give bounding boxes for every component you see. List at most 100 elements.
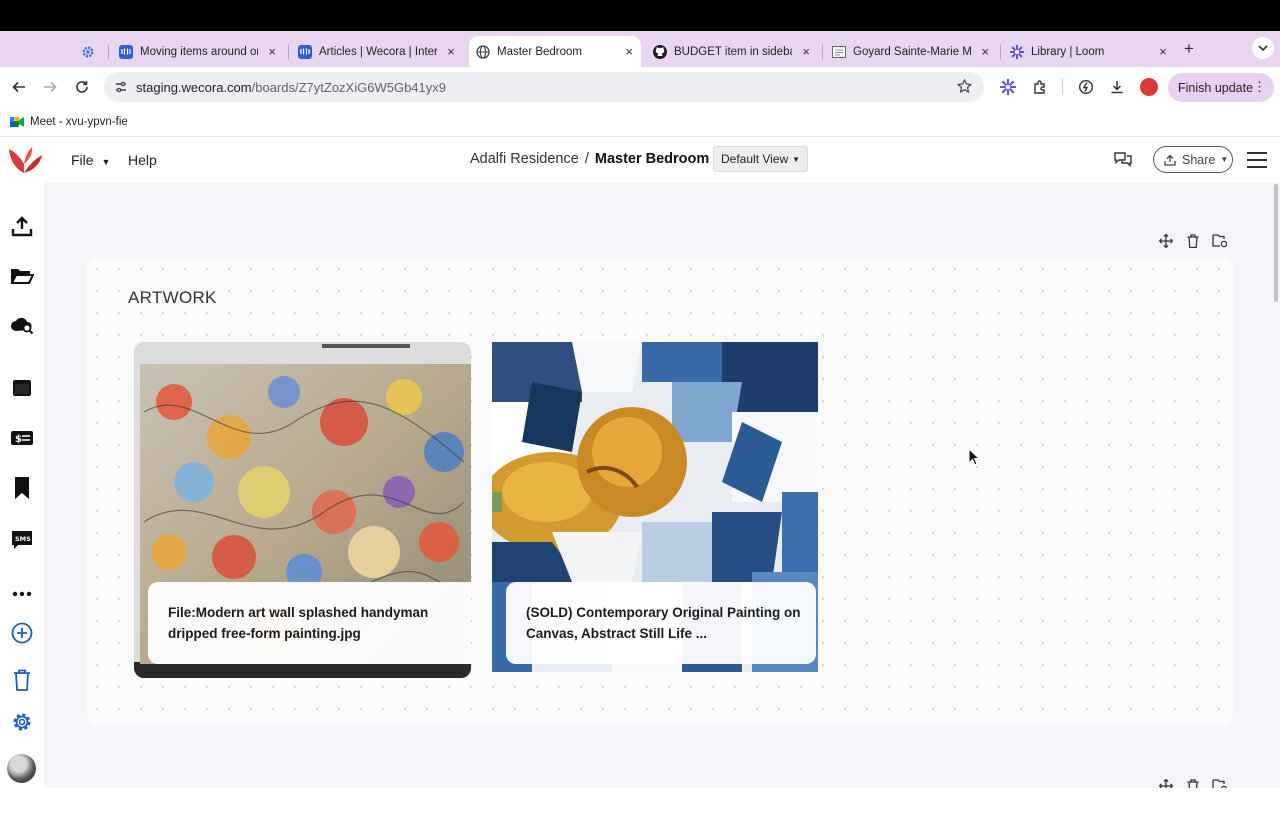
- bookmark-star-icon[interactable]: [957, 79, 972, 94]
- tab-budget-item[interactable]: BUDGET item in sideba ×: [646, 36, 818, 67]
- tab-articles[interactable]: Articles | Wecora | Inter ×: [291, 36, 463, 67]
- tab-separator: [108, 44, 109, 60]
- item-caption: (SOLD) Contemporary Original Painting on…: [506, 582, 816, 664]
- section-title: ARTWORK: [128, 288, 217, 307]
- help-menu[interactable]: Help: [128, 152, 157, 168]
- caret-down-icon: ▼: [1220, 155, 1229, 164]
- tab-master-bedroom[interactable]: Master Bedroom ×: [469, 36, 641, 67]
- upload-icon[interactable]: [10, 214, 34, 238]
- back-arrow-icon: [12, 81, 25, 93]
- intercom-icon: [297, 44, 312, 59]
- section-settings-icon[interactable]: [1212, 233, 1227, 248]
- svg-text:SMS: SMS: [15, 535, 31, 543]
- close-icon[interactable]: ×: [802, 44, 810, 59]
- loom-extension-icon[interactable]: [1000, 79, 1016, 100]
- view-select-value: Default View: [721, 152, 789, 166]
- tab-separator: [1000, 44, 1001, 60]
- extensions-puzzle-icon[interactable]: [1032, 79, 1048, 100]
- caret-down-icon: ▼: [792, 154, 801, 164]
- hamburger-menu-icon[interactable]: [1246, 151, 1268, 174]
- bookmarks-bar: Meet - xvu-ypvn-fie: [0, 108, 1280, 137]
- left-toolbar: $ SMS: [0, 182, 44, 832]
- vertical-scrollbar[interactable]: [1274, 184, 1278, 302]
- intercom-icon: [118, 44, 133, 59]
- tab-moving-items[interactable]: Moving items around on ×: [112, 36, 284, 67]
- artwork-section[interactable]: ARTWORK File:Modern art wall splashed ha…: [86, 258, 1234, 726]
- breadcrumb: Adalfi Residence / Master Bedroom: [470, 151, 709, 167]
- tab-settings[interactable]: [74, 36, 104, 67]
- share-upload-icon: [1164, 154, 1176, 166]
- tab-title: Moving items around on: [140, 45, 258, 58]
- canvas-bottom-area: [44, 788, 1280, 832]
- finish-update-label: Finish update: [1178, 80, 1254, 95]
- browser-toolbar: staging.wecora.com/boards/Z7ytZozXiG6W5G…: [0, 67, 1280, 108]
- globe-icon: [475, 44, 490, 59]
- url-host: staging.wecora.com: [136, 79, 252, 95]
- bookmark-icon[interactable]: [10, 476, 34, 500]
- item-card[interactable]: File:Modern art wall splashed handyman d…: [134, 342, 471, 678]
- tab-goyard[interactable]: Goyard Sainte-Marie M ×: [825, 36, 997, 67]
- mouse-cursor-icon: [968, 447, 981, 471]
- site-info-icon[interactable]: [114, 80, 128, 94]
- close-icon[interactable]: ×: [268, 44, 276, 59]
- delete-icon[interactable]: [1185, 233, 1200, 248]
- file-menu-label: File: [71, 152, 94, 168]
- download-icon[interactable]: [1109, 79, 1125, 100]
- caret-down-icon: ▼: [101, 157, 111, 167]
- breadcrumb-separator: /: [584, 151, 589, 167]
- view-select[interactable]: Default View ▼: [713, 146, 808, 172]
- item-card[interactable]: (SOLD) Contemporary Original Painting on…: [492, 342, 818, 678]
- toolbar-divider: [1062, 79, 1063, 95]
- close-icon[interactable]: ×: [625, 44, 633, 59]
- bookmark-meet[interactable]: Meet - xvu-ypvn-fie: [10, 116, 128, 128]
- budget-money-icon[interactable]: $: [10, 426, 34, 450]
- new-tab-button[interactable]: +: [1184, 39, 1194, 59]
- settings-gear-icon[interactable]: [10, 710, 34, 734]
- meet-icon: [10, 116, 24, 128]
- breadcrumb-parent[interactable]: Adalfi Residence: [470, 151, 579, 167]
- move-icon[interactable]: [1158, 233, 1173, 248]
- back-button[interactable]: [9, 77, 29, 97]
- tab-title: BUDGET item in sideba: [674, 45, 792, 58]
- tab-title: Library | Loom: [1031, 45, 1105, 58]
- cloud-search-icon[interactable]: [10, 313, 34, 337]
- url-path: /boards/Z7ytZozXiG6W5Gb41yx9: [251, 79, 446, 95]
- tab-loom-library[interactable]: Library | Loom ×: [1003, 36, 1175, 67]
- comments-icon[interactable]: [1113, 150, 1133, 173]
- breadcrumb-current: Master Bedroom: [594, 151, 710, 167]
- browser-tab-strip: Moving items around on × Articles | Weco…: [0, 31, 1280, 67]
- add-circle-icon[interactable]: [10, 621, 34, 645]
- folder-open-icon[interactable]: [10, 263, 34, 287]
- share-button[interactable]: Share ▼: [1153, 146, 1233, 173]
- reload-button[interactable]: [72, 77, 92, 97]
- trash-icon[interactable]: [10, 668, 34, 692]
- tab-search-button[interactable]: [1252, 37, 1274, 59]
- finish-update-button[interactable]: Finish update ⋮: [1168, 73, 1274, 102]
- item-caption: File:Modern art wall splashed handyman d…: [148, 582, 471, 664]
- close-icon[interactable]: ×: [981, 44, 989, 59]
- window-panel-icon[interactable]: [10, 376, 34, 400]
- loom-icon: [1009, 44, 1024, 59]
- more-horizontal-icon[interactable]: [10, 582, 34, 606]
- page-icon: [831, 44, 846, 59]
- user-avatar[interactable]: [7, 754, 36, 783]
- wecora-logo[interactable]: [6, 143, 44, 182]
- tab-separator: [822, 44, 823, 60]
- performance-icon[interactable]: [1078, 79, 1094, 100]
- file-menu[interactable]: File ▼: [71, 152, 110, 168]
- section-actions: [1158, 233, 1227, 248]
- more-vert-icon[interactable]: ⋮: [1253, 79, 1266, 95]
- svg-text:$: $: [15, 434, 22, 445]
- tab-title: Articles | Wecora | Inter: [319, 45, 437, 58]
- profile-avatar[interactable]: [1140, 78, 1158, 96]
- close-icon[interactable]: ×: [1159, 44, 1167, 59]
- sms-icon[interactable]: SMS: [10, 528, 34, 552]
- forward-arrow-icon: [44, 81, 57, 93]
- forward-button[interactable]: [40, 77, 60, 97]
- tab-title: Master Bedroom: [497, 45, 583, 58]
- address-bar[interactable]: staging.wecora.com/boards/Z7ytZozXiG6W5G…: [104, 72, 984, 102]
- close-icon[interactable]: ×: [447, 44, 455, 59]
- screen-top-bar: [0, 0, 1280, 31]
- tab-title: Goyard Sainte-Marie M: [853, 45, 971, 58]
- github-icon: [652, 44, 667, 59]
